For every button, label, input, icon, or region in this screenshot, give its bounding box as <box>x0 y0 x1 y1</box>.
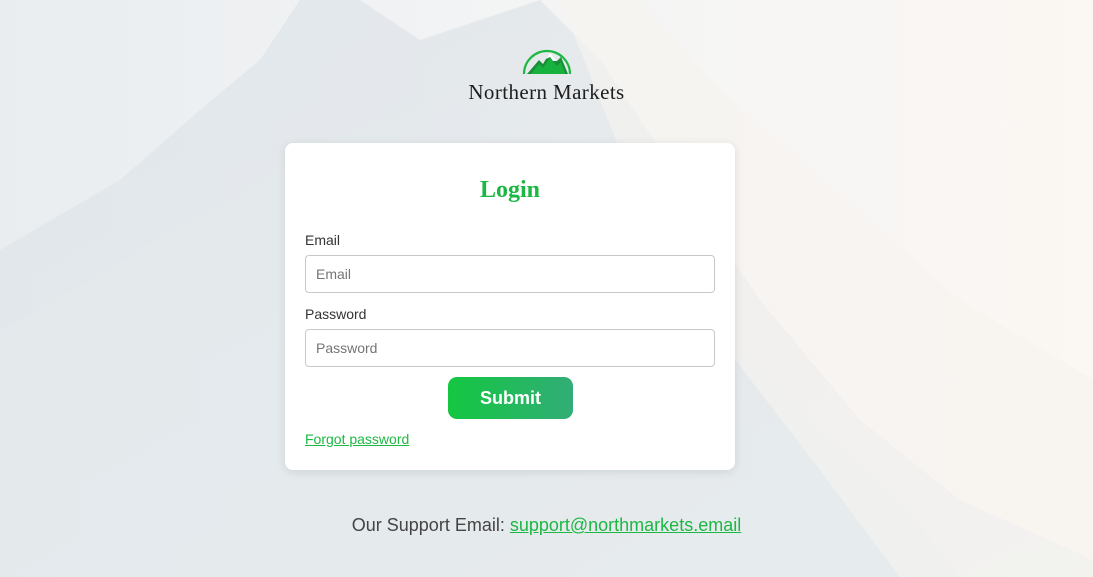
login-title: Login <box>479 177 541 203</box>
login-card: Login Email Password Submit Forgot passw… <box>285 143 735 470</box>
mountain-logo-icon <box>522 49 571 75</box>
email-input[interactable] <box>305 255 715 293</box>
support-email-line: Our Support Email: support@northmarkets.… <box>0 515 1093 536</box>
brand-logo: Northern Markets <box>0 40 1093 105</box>
forgot-password-link[interactable]: Forgot password <box>305 431 409 447</box>
password-input[interactable] <box>305 329 715 367</box>
support-label: Our Support Email: <box>351 515 505 535</box>
brand-name: Northern Markets <box>468 80 625 104</box>
password-label: Password <box>305 306 367 322</box>
submit-button[interactable]: Submit <box>448 377 573 419</box>
email-label: Email <box>305 232 341 248</box>
support-email-link[interactable]: support@northmarkets.email <box>510 515 741 535</box>
